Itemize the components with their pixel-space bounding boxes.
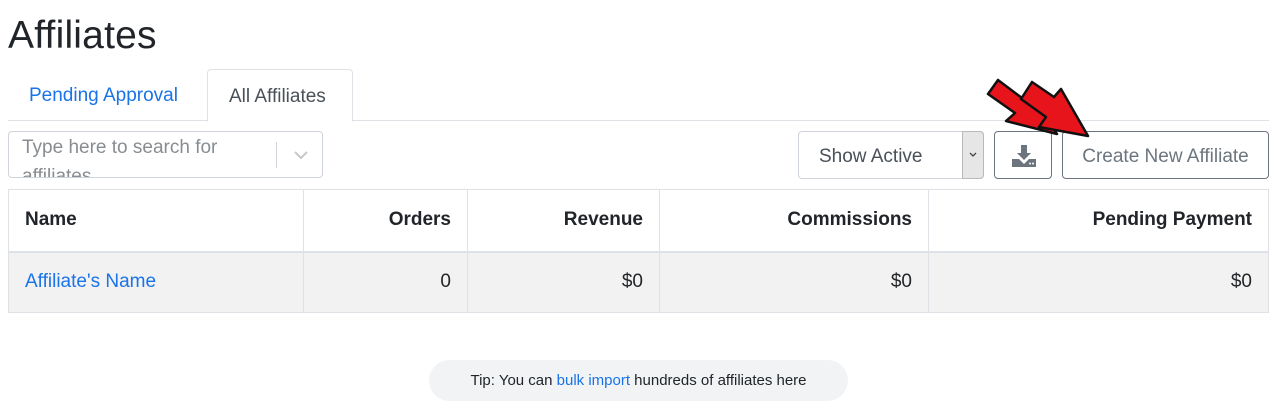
page-title: Affiliates [8, 14, 157, 57]
status-filter-select[interactable]: Show Active [798, 131, 984, 179]
select-dropdown-button[interactable] [962, 131, 984, 179]
column-header-commissions[interactable]: Commissions [659, 189, 929, 253]
affiliate-name-link[interactable]: Affiliate's Name [25, 271, 156, 292]
column-header-revenue[interactable]: Revenue [467, 189, 660, 253]
cell-revenue: $0 [467, 251, 660, 313]
table-row: Affiliate's Name 0 $0 $0 $0 [8, 251, 1269, 313]
status-filter-value: Show Active [819, 146, 923, 167]
bulk-import-tip: Tip: You can bulk import hundreds of aff… [429, 360, 848, 401]
cell-commissions: $0 [659, 251, 929, 313]
affiliate-search-input[interactable]: Type here to search for affiliates [8, 131, 323, 178]
column-header-pending-payment[interactable]: Pending Payment [928, 189, 1269, 253]
column-header-orders[interactable]: Orders [303, 189, 468, 253]
chevron-down-icon [969, 152, 977, 157]
chevron-down-icon[interactable] [291, 146, 311, 164]
tab-all-affiliates[interactable]: All Affiliates [207, 69, 353, 122]
search-placeholder: Type here to search for affiliates [22, 137, 218, 178]
tip-suffix: hundreds of affiliates here [630, 372, 807, 389]
table-header-row: Name Orders Revenue Commissions Pending … [8, 189, 1269, 253]
red-arrow-annotation [986, 78, 1090, 138]
column-header-name[interactable]: Name [8, 189, 304, 253]
bulk-import-link[interactable]: bulk import [557, 372, 630, 389]
cell-orders: 0 [303, 251, 468, 313]
tip-prefix: Tip: You can [470, 372, 557, 389]
download-icon [1012, 145, 1036, 167]
search-separator [276, 142, 277, 168]
affiliates-table: Name Orders Revenue Commissions Pending … [8, 189, 1269, 313]
cell-name: Affiliate's Name [8, 251, 304, 313]
tab-pending-approval[interactable]: Pending Approval [8, 69, 199, 121]
create-new-affiliate-button[interactable]: Create New Affiliate [1062, 131, 1269, 179]
cell-pending-payment: $0 [928, 251, 1269, 313]
